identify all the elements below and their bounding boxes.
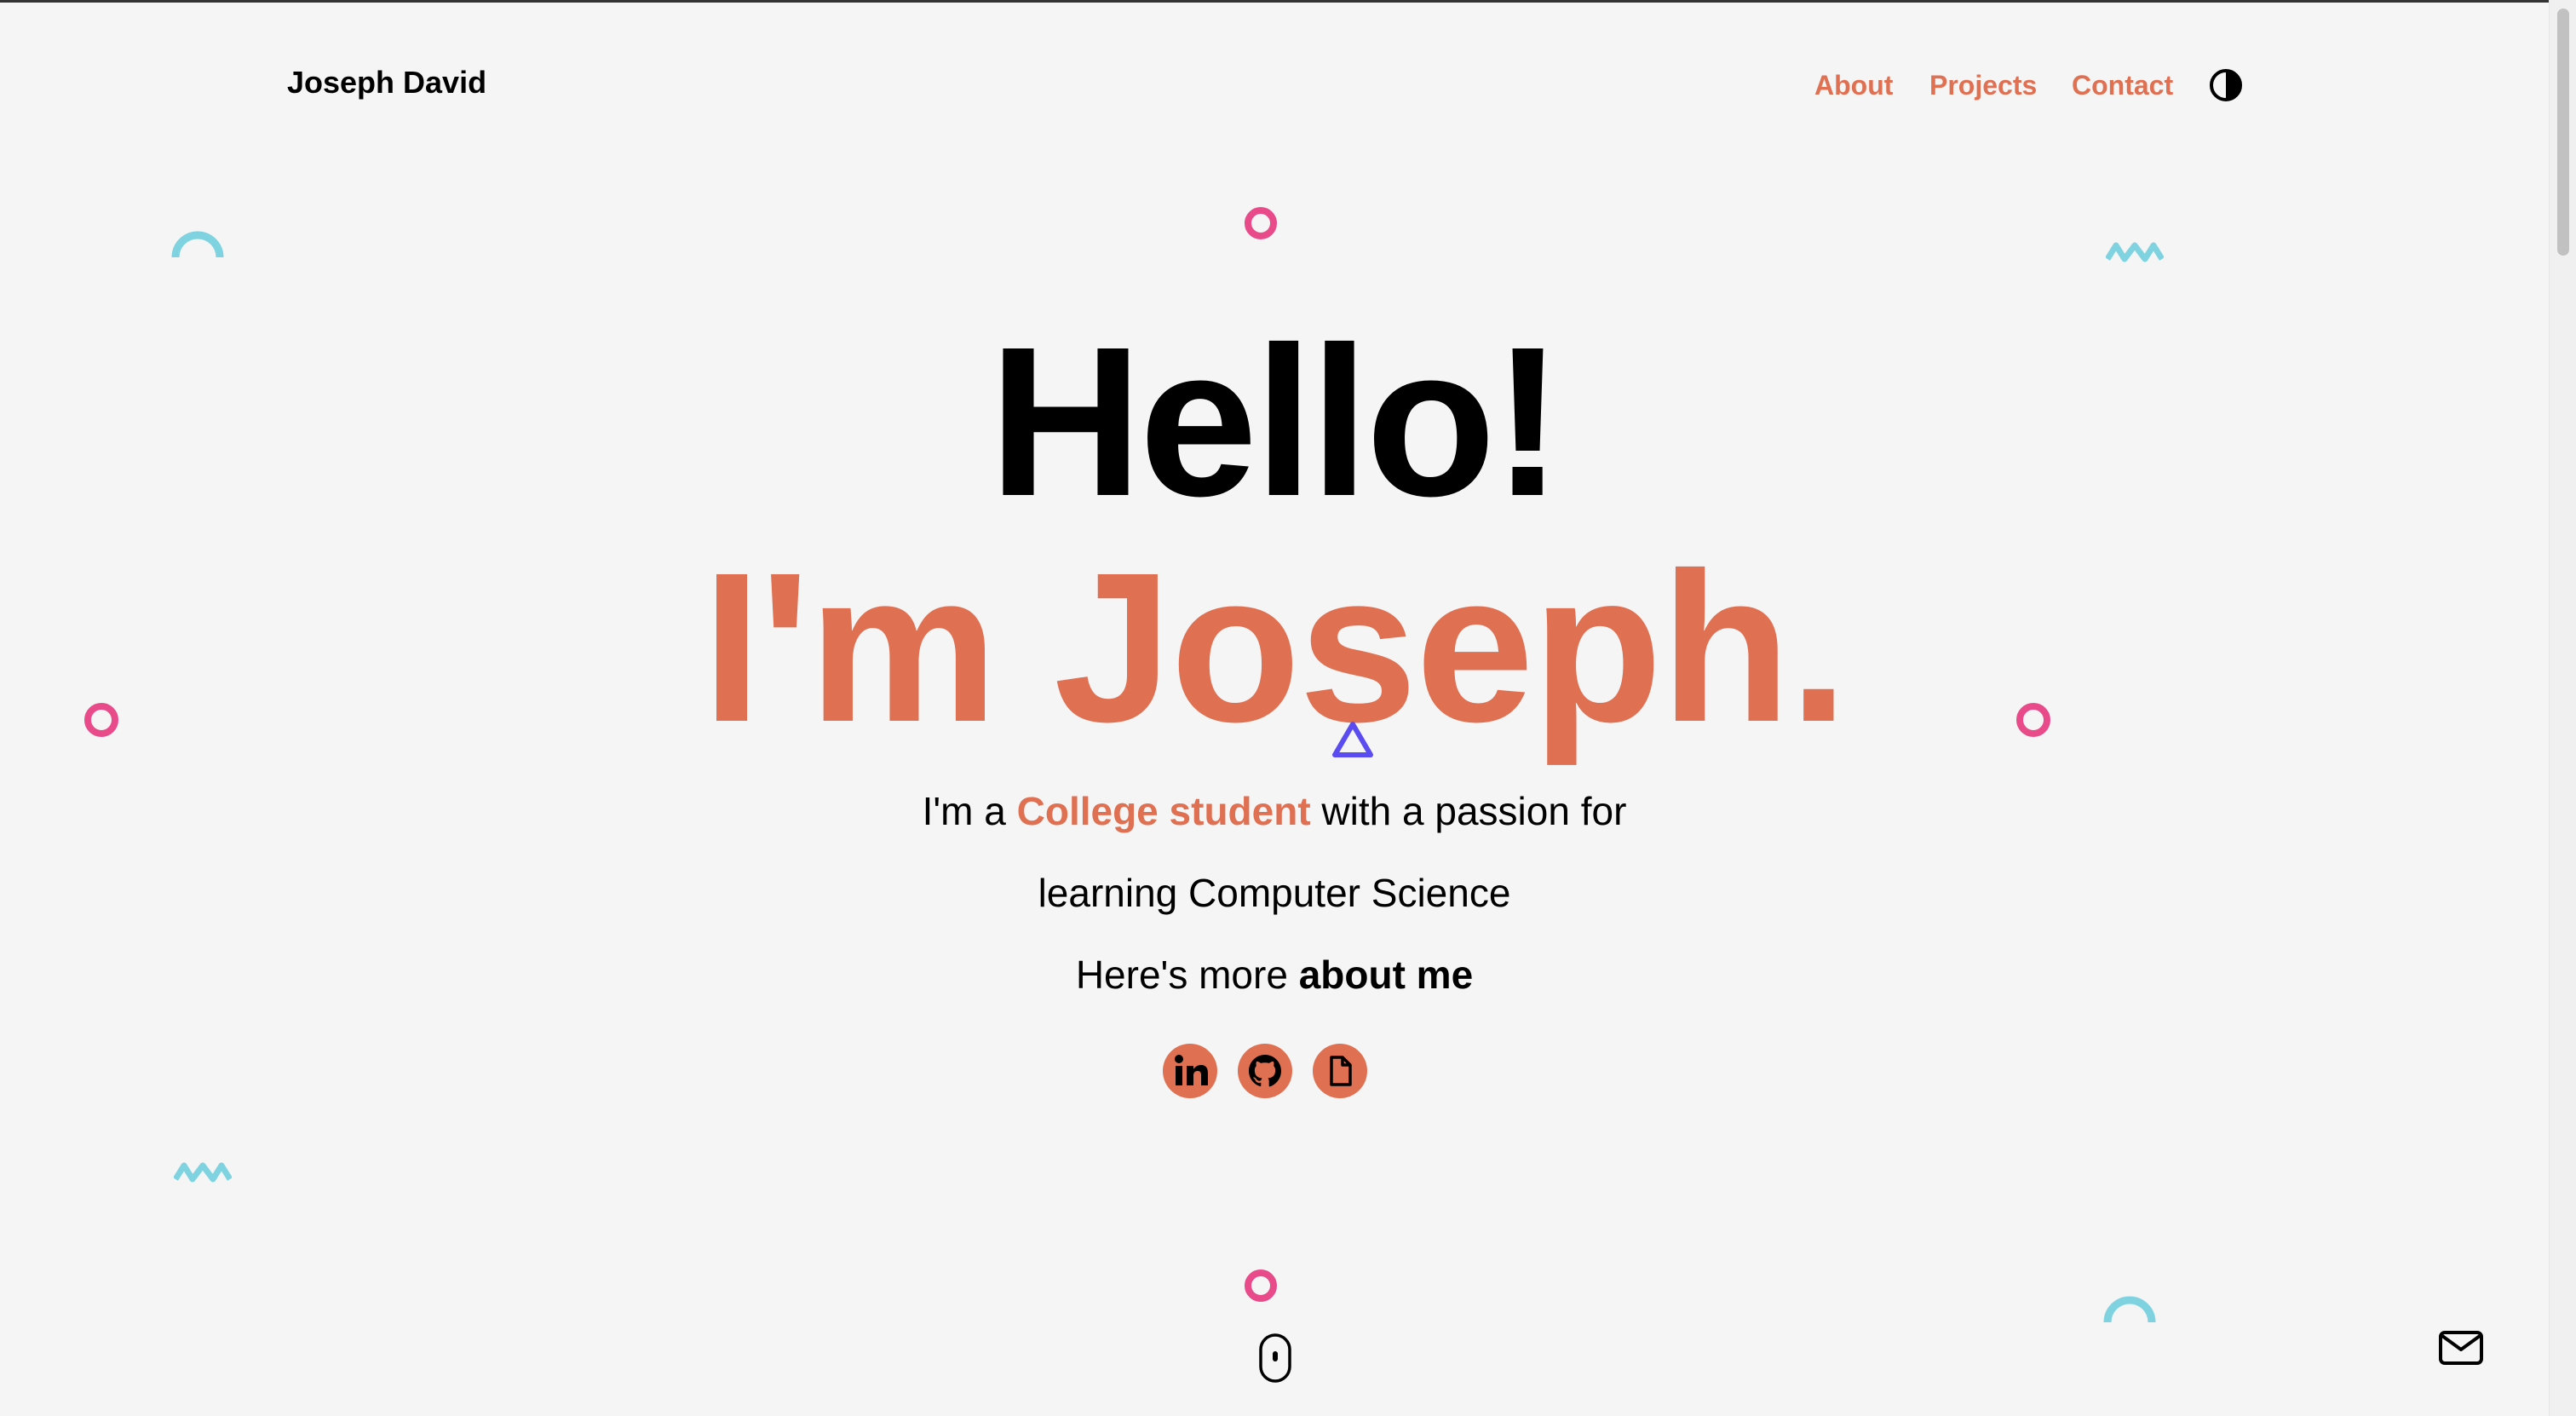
hero-more: Here's more about me bbox=[0, 947, 2549, 1002]
hero-intro-line2: learning Computer Science bbox=[1038, 871, 1511, 915]
resume-button[interactable] bbox=[1313, 1044, 1367, 1098]
github-button[interactable] bbox=[1238, 1044, 1292, 1098]
more-prefix: Here's more bbox=[1075, 953, 1299, 997]
scroll-down-indicator[interactable] bbox=[1258, 1333, 1292, 1384]
zigzag-shape bbox=[174, 1162, 232, 1183]
arc-shape bbox=[171, 231, 224, 258]
scrollbar-thumb[interactable] bbox=[2557, 9, 2569, 256]
linkedin-button[interactable] bbox=[1163, 1044, 1217, 1098]
hero-intro: I'm a College student with a passion for bbox=[0, 784, 2549, 838]
linkedin-icon bbox=[1175, 1055, 1208, 1085]
mouse-icon bbox=[1259, 1333, 1291, 1383]
triangle-shape bbox=[1332, 722, 1373, 757]
theme-toggle-button[interactable] bbox=[2209, 68, 2243, 102]
github-icon bbox=[1249, 1055, 1281, 1087]
ring-shape bbox=[1245, 1269, 1277, 1302]
about-me-link[interactable]: about me bbox=[1299, 953, 1473, 997]
mail-icon bbox=[2439, 1331, 2483, 1365]
hero-name: I'm Joseph. bbox=[702, 528, 1848, 766]
window-top-border bbox=[0, 0, 2576, 3]
zigzag-shape bbox=[2106, 242, 2164, 262]
brand-name[interactable]: Joseph David bbox=[287, 65, 486, 101]
intro-prefix: I'm a bbox=[922, 789, 1017, 833]
resume-icon bbox=[1330, 1056, 1352, 1086]
mail-button[interactable] bbox=[2438, 1329, 2484, 1367]
intro-suffix: with a passion for bbox=[1310, 789, 1627, 833]
nav-contact[interactable]: Contact bbox=[2072, 65, 2173, 106]
arc-shape bbox=[2103, 1296, 2156, 1323]
nav-about[interactable]: About bbox=[1814, 65, 1893, 106]
hero-greeting: Hello! bbox=[988, 302, 1563, 540]
nav-projects[interactable]: Projects bbox=[1929, 65, 2037, 106]
contrast-icon bbox=[2210, 69, 2242, 101]
ring-shape bbox=[1245, 207, 1277, 239]
intro-accent: College student bbox=[1016, 789, 1311, 833]
